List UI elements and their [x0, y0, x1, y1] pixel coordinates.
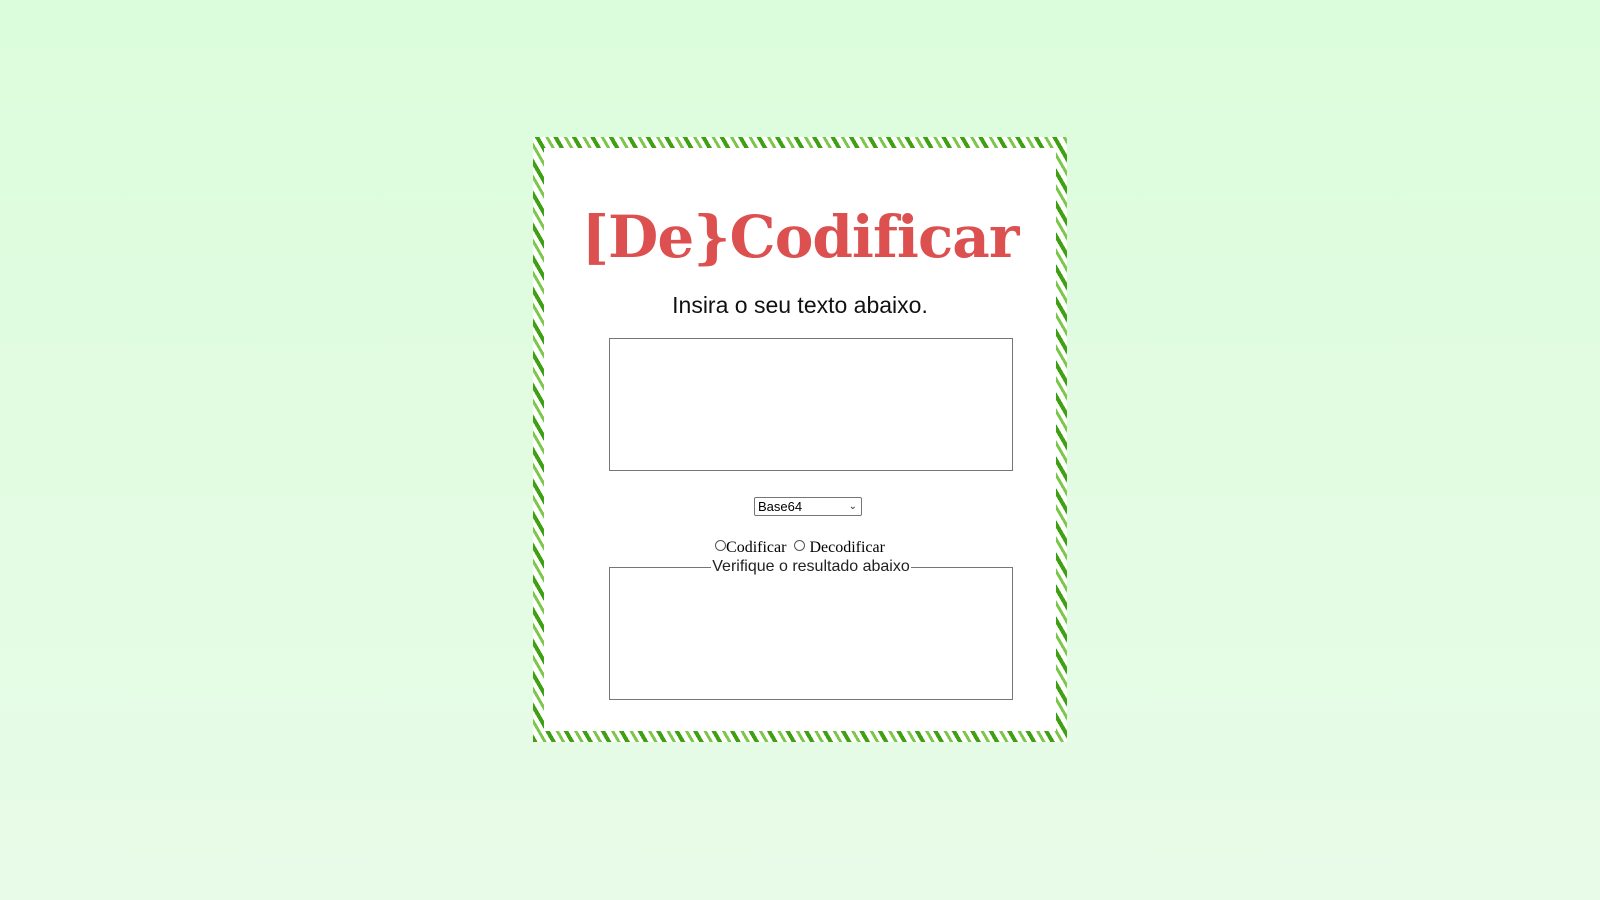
mode-radio-group: Codificar Decodificar: [544, 539, 1056, 557]
method-select-box[interactable]: Base64 ⌄: [754, 497, 862, 516]
encode-radio[interactable]: [715, 540, 727, 551]
page-subtitle: Insira o seu texto abaixo.: [672, 292, 928, 318]
page-title: [De}Codificar: [581, 203, 1020, 271]
decode-radio-label[interactable]: Decodificar: [809, 539, 885, 556]
text-input[interactable]: [609, 338, 1013, 471]
result-fieldset: Verifique o resultado abaixo: [609, 558, 1013, 700]
encode-radio-label[interactable]: Codificar: [726, 539, 786, 556]
result-legend-text: Verifique o resultado abaixo: [711, 558, 911, 575]
card-content: [De}Codificar Insira o seu texto abaixo.…: [544, 148, 1056, 731]
method-select-value: Base64: [758, 499, 803, 514]
result-legend: Verifique o resultado abaixo: [610, 558, 1012, 576]
method-select[interactable]: Base64 ⌄: [754, 497, 862, 516]
decoder-card: [De}Codificar Insira o seu texto abaixo.…: [533, 137, 1067, 742]
decode-radio[interactable]: [794, 540, 806, 551]
chevron-down-icon: ⌄: [848, 501, 857, 512]
